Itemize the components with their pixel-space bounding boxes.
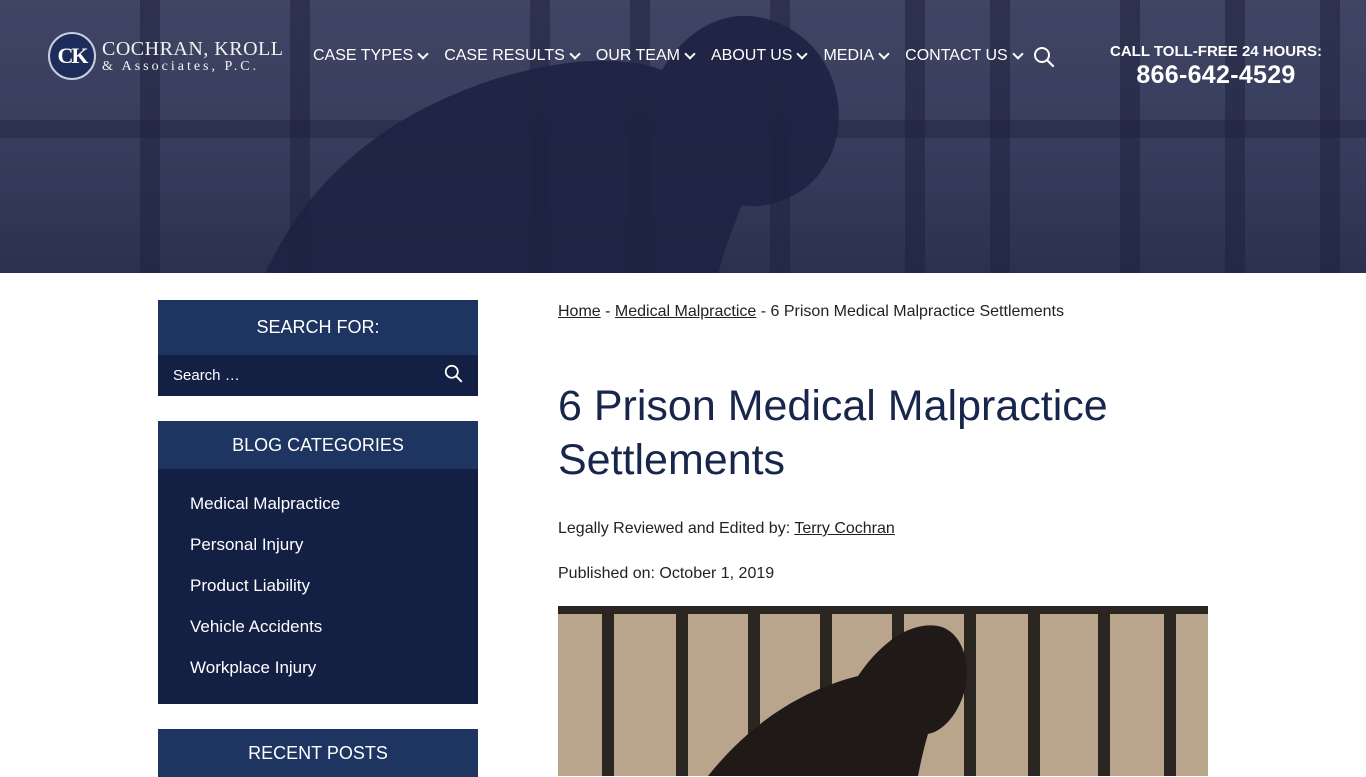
call-block: CALL TOLL-FREE 24 HOURS: 866-642-4529 xyxy=(1108,43,1324,90)
nav-label: OUR TEAM xyxy=(595,47,680,64)
nav-item-contact-us[interactable]: CONTACT US xyxy=(905,47,1024,65)
search-icon xyxy=(444,364,463,382)
nav-label: CASE TYPES xyxy=(313,47,414,64)
nav-label: ABOUT US xyxy=(710,47,793,64)
category-link-product-liability[interactable]: Product Liability xyxy=(190,567,478,608)
logo-line-2: & Associates, P.C. xyxy=(102,58,260,74)
published-date: Published on: October 1, 2019 xyxy=(558,565,775,582)
chevron-down-icon xyxy=(796,48,809,60)
category-link-medical-malpractice[interactable]: Medical Malpractice xyxy=(190,485,478,526)
nav-label: CASE RESULTS xyxy=(444,47,565,64)
chevron-down-icon xyxy=(417,48,429,60)
category-link-personal-injury[interactable]: Personal Injury xyxy=(190,526,478,567)
featured-silhouette xyxy=(708,625,967,776)
reviewed-by: Legally Reviewed and Edited by: Terry Co… xyxy=(558,520,1208,538)
reviewed-label: Legally Reviewed and Edited by: xyxy=(558,520,795,537)
sidebar-search-box xyxy=(158,355,478,396)
header-search-button[interactable] xyxy=(1033,46,1055,68)
category-list: Medical Malpractice Personal Injury Prod… xyxy=(158,469,478,704)
chevron-down-icon xyxy=(1012,48,1024,60)
blog-categories-widget: BLOG CATEGORIES Medical Malpractice Pers… xyxy=(158,421,478,704)
breadcrumb-current: 6 Prison Medical Malpractice Settlements xyxy=(770,303,1064,320)
featured-image xyxy=(558,606,1208,776)
search-icon xyxy=(1034,47,1055,68)
blog-categories-title: BLOG CATEGORIES xyxy=(158,421,478,469)
nav-item-case-types[interactable]: CASE TYPES xyxy=(313,47,429,65)
phone-number-link[interactable]: 866-642-4529 xyxy=(1108,61,1324,90)
reviewer-link[interactable]: Terry Cochran xyxy=(794,520,894,537)
search-input[interactable] xyxy=(173,367,423,384)
logo-line-1: COCHRAN, KROLL xyxy=(102,37,284,60)
search-widget-title: SEARCH FOR: xyxy=(158,300,478,355)
recent-posts-widget: RECENT POSTS xyxy=(158,729,478,777)
chevron-down-icon xyxy=(569,48,581,60)
page-title: 6 Prison Medical Malpractice Settlements xyxy=(558,382,1108,484)
breadcrumb-category-link[interactable]: Medical Malpractice xyxy=(615,303,756,320)
nav-label: MEDIA xyxy=(823,47,875,64)
breadcrumb-separator: - xyxy=(600,303,615,320)
article: Home - Medical Malpractice - 6 Prison Me… xyxy=(558,300,1208,776)
nav-label: CONTACT US xyxy=(905,47,1008,64)
logo-mark: CK xyxy=(48,32,96,80)
nav-item-our-team[interactable]: OUR TEAM xyxy=(595,47,696,65)
breadcrumb-home-link[interactable]: Home xyxy=(558,303,601,320)
category-link-vehicle-accidents[interactable]: Vehicle Accidents xyxy=(190,608,478,649)
sidebar: SEARCH FOR: BLOG CATEGORIES Medical Malp… xyxy=(158,300,478,777)
category-link-workplace-injury[interactable]: Workplace Injury xyxy=(190,649,478,690)
nav-item-media[interactable]: MEDIA xyxy=(823,47,890,65)
chevron-down-icon xyxy=(684,48,696,60)
nav-item-about-us[interactable]: ABOUT US xyxy=(710,47,809,65)
sidebar-search-button[interactable] xyxy=(444,364,463,388)
recent-posts-title: RECENT POSTS xyxy=(158,729,478,777)
main-nav: CASE TYPES CASE RESULTS OUR TEAM ABOUT U… xyxy=(313,47,1039,65)
site-logo[interactable]: CK COCHRAN, KROLL & Associates, P.C. xyxy=(48,32,283,80)
breadcrumb-separator: - xyxy=(756,303,771,320)
search-widget: SEARCH FOR: xyxy=(158,300,478,396)
logo-text: COCHRAN, KROLL & Associates, P.C. xyxy=(102,39,283,74)
call-label: CALL TOLL-FREE 24 HOURS: xyxy=(1110,43,1322,60)
nav-item-case-results[interactable]: CASE RESULTS xyxy=(444,47,581,65)
chevron-down-icon xyxy=(878,48,890,60)
breadcrumb: Home - Medical Malpractice - 6 Prison Me… xyxy=(558,303,1208,321)
